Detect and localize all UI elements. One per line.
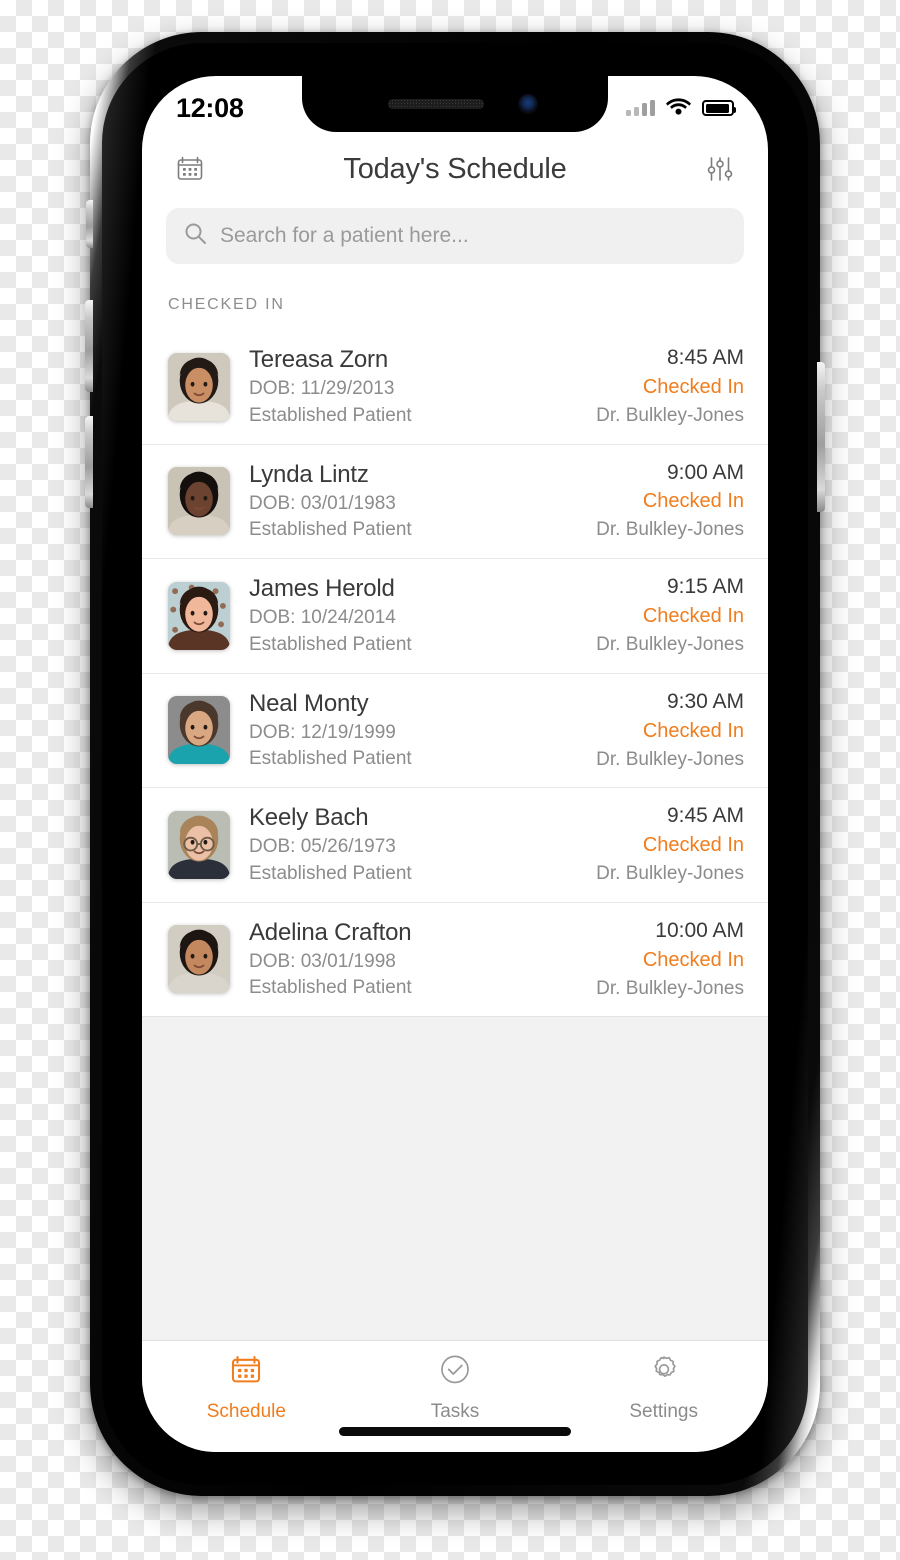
search-icon: [184, 222, 207, 250]
patient-dob: DOB: 12/19/1999: [249, 721, 396, 743]
doctor-name: Dr. Bulkley-Jones: [596, 519, 744, 541]
patient-type: Established Patient: [249, 519, 412, 541]
status-badge: Checked In: [642, 375, 744, 398]
appointment-info: 8:45 AM Checked In Dr. Bulkley-Jones: [596, 344, 744, 430]
section-header-checked-in: CHECKED IN: [168, 296, 285, 313]
battery-icon: [702, 100, 736, 116]
patient-dob: DOB: 11/29/2013: [249, 378, 395, 400]
patient-dob: DOB: 03/01/1983: [249, 492, 396, 514]
status-badge: Checked In: [642, 834, 744, 857]
power-button[interactable]: [817, 362, 825, 512]
patient-row[interactable]: James Herold DOB: 10/24/2014 Established P…: [142, 559, 768, 674]
avatar: [168, 467, 230, 536]
patient-type: Established Patient: [249, 862, 412, 884]
list-empty-area: [142, 1016, 768, 1340]
patient-name: Neal Monty: [249, 689, 369, 717]
patient-dob: DOB: 03/01/1998: [249, 950, 396, 972]
filter-sliders-icon[interactable]: [700, 149, 740, 189]
tab-label-settings: Settings: [629, 1401, 698, 1422]
patient-info: Tereasa Zorn DOB: 11/29/2013 Established P…: [230, 344, 596, 429]
patient-type: Established Patient: [249, 404, 412, 426]
status-bar-icons: [626, 97, 736, 120]
volume-up-button[interactable]: [85, 300, 93, 392]
appointment-info: 9:45 AM Checked In Dr. Bulkley-Jones: [596, 802, 744, 888]
patient-dob: DOB: 05/26/1973: [249, 836, 396, 858]
doctor-name: Dr. Bulkley-Jones: [596, 977, 744, 999]
patient-info: Neal Monty DOB: 12/19/1999 Established Pat…: [230, 688, 596, 773]
status-badge: Checked In: [642, 719, 744, 742]
patient-row[interactable]: Neal Monty DOB: 12/19/1999 Established Pat…: [142, 673, 768, 789]
tab-label-tasks: Tasks: [430, 1401, 480, 1422]
avatar: [168, 352, 230, 421]
appointment-time: 10:00 AM: [655, 918, 744, 942]
gear-icon: [647, 1353, 681, 1392]
doctor-name: Dr. Bulkley-Jones: [596, 748, 744, 770]
status-badge: Checked In: [642, 948, 744, 971]
avatar: [168, 696, 230, 765]
appointment-time: 9:15 AM: [666, 575, 744, 599]
phone-screen: 12:08 Today's Schedule Search for a pati…: [142, 76, 768, 1452]
tab-label-schedule: Schedule: [206, 1401, 286, 1422]
app-header: Today's Schedule: [142, 132, 768, 206]
home-indicator[interactable]: [339, 1427, 571, 1436]
wifi-icon: [666, 97, 691, 120]
appointment-time: 8:45 AM: [666, 346, 744, 369]
patient-info: James Herold DOB: 10/24/2014 Established P…: [230, 573, 596, 658]
avatar: [168, 925, 230, 994]
appointment-time: 9:45 AM: [666, 804, 744, 828]
doctor-name: Dr. Bulkley-Jones: [596, 634, 744, 655]
appointment-time: 9:00 AM: [666, 460, 744, 484]
tab-settings[interactable]: Settings: [559, 1353, 768, 1452]
patient-type: Established Patient: [249, 977, 412, 999]
page-title: Today's Schedule: [343, 152, 567, 185]
calendar-icon[interactable]: [170, 149, 210, 189]
appointment-info: 10:00 AM Checked In Dr. Bulkley-Jones: [596, 917, 744, 1003]
appointment-time: 9:30 AM: [666, 689, 744, 713]
status-badge: Checked In: [642, 490, 744, 513]
patient-info: Adelina Crafton DOB: 03/01/1998 Establishe…: [230, 917, 596, 1002]
patient-row[interactable]: Tereasa Zorn DOB: 11/29/2013 Established P…: [142, 330, 768, 445]
check-circle-icon: [438, 1353, 472, 1392]
patient-name: Keely Bach: [249, 804, 369, 832]
tab-tasks[interactable]: Tasks: [351, 1353, 560, 1452]
doctor-name: Dr. Bulkley-Jones: [596, 863, 744, 885]
volume-down-button[interactable]: [85, 416, 93, 508]
status-badge: Checked In: [642, 605, 744, 627]
patient-name: James Herold: [249, 575, 395, 603]
appointment-info: 9:30 AM Checked In Dr. Bulkley-Jones: [596, 688, 744, 774]
doctor-name: Dr. Bulkley-Jones: [596, 404, 744, 426]
status-bar-time: 12:08: [176, 92, 244, 123]
status-bar: 12:08: [142, 76, 768, 132]
appointment-info: 9:15 AM Checked In Dr. Bulkley-Jones: [596, 573, 744, 659]
silent-switch-button[interactable]: [86, 200, 93, 248]
cellular-signal-icon: [626, 100, 655, 116]
appointment-info: 9:00 AM Checked In Dr. Bulkley-Jones: [596, 459, 744, 545]
avatar: [168, 810, 230, 879]
calendar-icon: [229, 1353, 263, 1392]
patient-list: Tereasa Zorn DOB: 11/29/2013 Established P…: [142, 330, 768, 1017]
phone-device-frame: 12:08 Today's Schedule Search for a pati…: [85, 32, 825, 1496]
patient-dob: DOB: 10/24/2014: [249, 607, 396, 629]
patient-name: Lynda Lintz: [249, 460, 369, 488]
patient-row[interactable]: Adelina Crafton DOB: 03/01/1998 Establishe…: [142, 902, 768, 1017]
patient-type: Established Patient: [249, 633, 412, 655]
patient-info: Keely Bach DOB: 05/26/1973 Established Pat…: [230, 802, 596, 887]
patient-row[interactable]: Keely Bach DOB: 05/26/1973 Established Pat…: [142, 788, 768, 903]
tab-schedule[interactable]: Schedule: [142, 1353, 351, 1452]
avatar: [168, 581, 230, 650]
patient-name: Tereasa Zorn: [249, 346, 388, 374]
search-container: Search for a patient here...: [142, 206, 768, 264]
patient-type: Established Patient: [249, 748, 412, 770]
patient-row[interactable]: Lynda Lintz DOB: 03/01/1983 Established Pa…: [142, 444, 768, 560]
search-input[interactable]: Search for a patient here...: [166, 208, 744, 264]
patient-name: Adelina Crafton: [249, 918, 412, 946]
search-placeholder-text: Search for a patient here...: [220, 224, 469, 247]
patient-info: Lynda Lintz DOB: 03/01/1983 Established Pa…: [230, 459, 596, 544]
